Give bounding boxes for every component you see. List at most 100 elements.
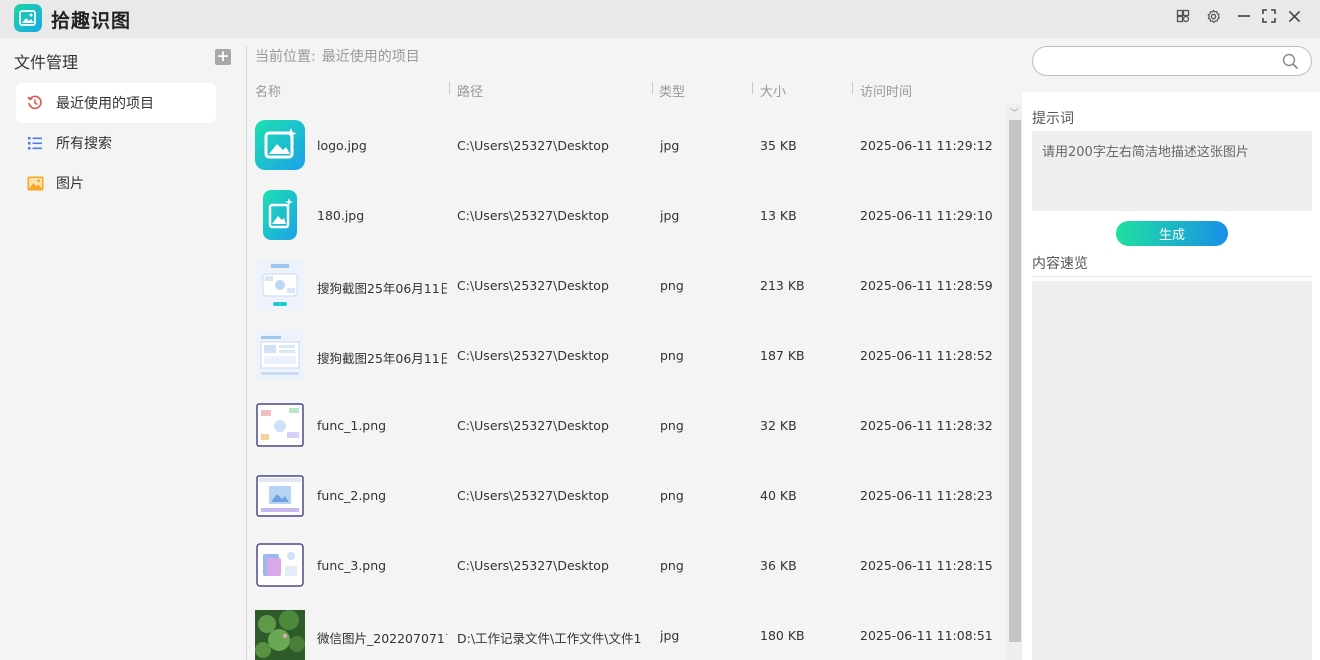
table-row[interactable]: 180.jpg C:\Users\25327\Desktop jpg 13 KB… <box>247 182 1007 252</box>
close-icon <box>1288 10 1300 22</box>
column-header-type[interactable]: 类型 <box>659 81 685 100</box>
access-time: 2025-06-11 11:29:10 <box>860 208 993 223</box>
prompt-textarea[interactable]: 请用200字左右简洁地描述这张图片 <box>1042 141 1302 201</box>
image-icon <box>263 190 297 240</box>
file-thumbnail <box>255 470 305 520</box>
maximize-button[interactable] <box>1258 5 1280 27</box>
list-icon <box>26 134 44 152</box>
close-button[interactable] <box>1283 5 1305 27</box>
screenshot-thumbnail-icon <box>256 475 304 517</box>
file-name: 搜狗截图25年06月11日1 <box>317 281 447 296</box>
screenshot-thumbnail-icon <box>262 264 298 306</box>
skin-icon <box>1176 9 1190 23</box>
right-panel: 提示词 请用200字左右简洁地描述这张图片 生成 内容速览 <box>1022 38 1320 660</box>
file-table: logo.jpg C:\Users\25327\Desktop jpg 35 K… <box>247 112 1007 660</box>
scrollbar[interactable]: ﹀ <box>1007 104 1022 660</box>
column-header-path[interactable]: 路径 <box>457 81 483 100</box>
file-size: 187 KB <box>760 348 805 363</box>
file-name: func_2.png <box>317 488 387 503</box>
sidebar-item-label: 所有搜索 <box>56 136 112 152</box>
minimize-icon <box>1238 15 1250 17</box>
file-size: 180 KB <box>760 628 805 643</box>
settings-button[interactable] <box>1202 5 1224 27</box>
file-path: C:\Users\25327\Desktop <box>457 488 609 503</box>
access-time: 2025-06-11 11:08:51 <box>860 628 993 643</box>
file-size: 13 KB <box>760 208 797 223</box>
sidebar-item-label: 图片 <box>56 176 84 192</box>
access-time: 2025-06-11 11:28:32 <box>860 418 993 433</box>
sidebar: 文件管理 + 最近使用的项目 所有搜索 图片 <box>0 38 246 660</box>
generate-button[interactable]: 生成 <box>1116 221 1228 246</box>
sidebar-item-all-searches[interactable]: 所有搜索 <box>16 123 216 163</box>
sidebar-item-label: 最近使用的项目 <box>56 96 154 112</box>
file-list-panel: 当前位置: 最近使用的项目 名称 路径 类型 大小 访问时间 logo.jpg C… <box>247 38 1022 660</box>
app-title: 拾趣识图 <box>51 10 132 32</box>
scroll-up-arrow-icon[interactable]: ﹀ <box>1010 106 1019 119</box>
file-name: func_3.png <box>317 558 387 573</box>
gear-icon <box>1207 9 1220 23</box>
table-row[interactable]: 搜狗截图25年06月11日1 C:\Users\25327\Desktop pn… <box>247 322 1007 392</box>
column-resize-handle[interactable] <box>652 82 653 94</box>
column-header-size[interactable]: 大小 <box>760 81 786 100</box>
location-label: 当前位置: <box>255 49 316 65</box>
column-resize-handle[interactable] <box>752 82 753 94</box>
table-row[interactable]: func_1.png C:\Users\25327\Desktop png 32… <box>247 392 1007 462</box>
file-path: C:\Users\25327\Desktop <box>457 138 609 153</box>
file-type: jpg <box>660 628 680 643</box>
file-name: func_1.png <box>317 418 387 433</box>
screenshot-thumbnail-icon <box>256 403 304 447</box>
skin-button[interactable] <box>1172 5 1194 27</box>
add-button[interactable]: + <box>215 49 231 65</box>
file-thumbnail <box>255 120 305 170</box>
access-time: 2025-06-11 11:28:52 <box>860 348 993 363</box>
file-type: jpg <box>660 208 680 223</box>
file-path: C:\Users\25327\Desktop <box>457 348 609 363</box>
search-icon[interactable] <box>1282 53 1299 70</box>
location-value: 最近使用的项目 <box>321 49 420 65</box>
file-thumbnail <box>255 400 305 450</box>
screenshot-thumbnail-icon <box>256 543 304 587</box>
column-header-time[interactable]: 访问时间 <box>860 81 912 100</box>
access-time: 2025-06-11 11:28:23 <box>860 488 993 503</box>
file-path: C:\Users\25327\Desktop <box>457 558 609 573</box>
file-path: C:\Users\25327\Desktop <box>457 208 609 223</box>
fullscreen-icon <box>1262 9 1276 23</box>
minimize-button[interactable] <box>1233 5 1255 27</box>
access-time: 2025-06-11 11:29:12 <box>860 138 993 153</box>
file-type: png <box>660 418 684 433</box>
file-size: 213 KB <box>760 278 805 293</box>
prompt-label: 提示词 <box>1032 111 1074 127</box>
file-name: 搜狗截图25年06月11日1 <box>317 351 447 366</box>
image-icon <box>264 128 297 159</box>
table-row[interactable]: logo.jpg C:\Users\25327\Desktop jpg 35 K… <box>247 112 1007 182</box>
access-time: 2025-06-11 11:28:59 <box>860 278 993 293</box>
file-type: png <box>660 278 684 293</box>
file-size: 40 KB <box>760 488 797 503</box>
file-thumbnail <box>255 540 305 590</box>
app-logo-icon <box>14 4 42 32</box>
preview-label: 内容速览 <box>1032 256 1088 272</box>
access-time: 2025-06-11 11:28:15 <box>860 558 993 573</box>
search-input[interactable] <box>1045 52 1265 72</box>
file-name: 180.jpg <box>317 208 365 223</box>
scrollbar-thumb[interactable] <box>1009 120 1021 642</box>
column-resize-handle[interactable] <box>449 82 450 94</box>
sidebar-title: 文件管理 <box>14 53 79 72</box>
search-box[interactable] <box>1032 46 1312 76</box>
file-type: png <box>660 488 684 503</box>
table-row[interactable]: 微信图片_20220707170 D:\工作记录文件\工作文件\文件1 jpg … <box>247 602 1007 660</box>
file-path: D:\工作记录文件\工作文件\文件1 <box>457 631 642 646</box>
table-row[interactable]: func_3.png C:\Users\25327\Desktop png 36… <box>247 532 1007 602</box>
column-header-name[interactable]: 名称 <box>255 81 281 100</box>
file-thumbnail <box>255 610 305 660</box>
sidebar-item-recent[interactable]: 最近使用的项目 <box>16 83 216 123</box>
file-thumbnail <box>255 260 305 310</box>
column-resize-handle[interactable] <box>852 82 853 94</box>
table-row[interactable]: func_2.png C:\Users\25327\Desktop png 40… <box>247 462 1007 532</box>
table-row[interactable]: 搜狗截图25年06月11日1 C:\Users\25327\Desktop pn… <box>247 252 1007 322</box>
file-thumbnail <box>255 330 305 380</box>
file-type: jpg <box>660 138 680 153</box>
file-type: png <box>660 558 684 573</box>
file-size: 36 KB <box>760 558 797 573</box>
sidebar-item-images[interactable]: 图片 <box>16 163 216 203</box>
